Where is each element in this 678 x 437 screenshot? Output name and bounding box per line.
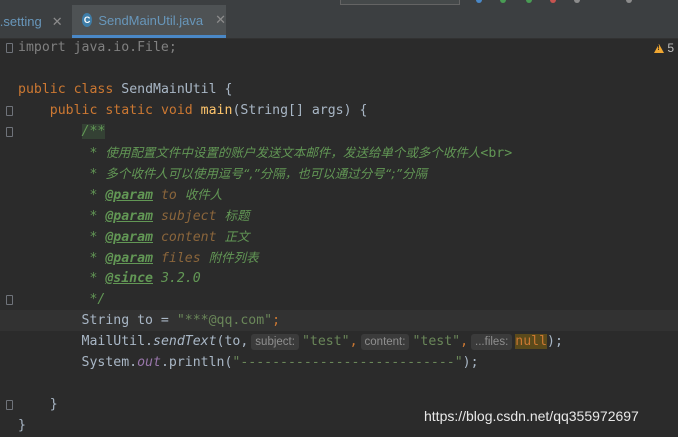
code-line-string-to[interactable]: String to = "***@qq.com"; xyxy=(18,310,281,331)
code-line-doc-end[interactable]: */ xyxy=(18,289,105,310)
class-ref: System. xyxy=(81,355,138,370)
parameter-hint: content: xyxy=(360,334,410,350)
keyword: class xyxy=(73,82,114,97)
doc-tag: @since xyxy=(105,271,153,286)
params: (String[] args) xyxy=(232,103,352,118)
doc-comment: */ xyxy=(81,292,106,307)
tab-label: SendMainUtil.java xyxy=(98,12,204,28)
close-icon[interactable]: ✕ xyxy=(215,12,226,28)
code-line-close-method[interactable]: } xyxy=(18,394,58,415)
static-field: out xyxy=(137,355,161,370)
null-keyword: null xyxy=(515,334,548,349)
parameter-hint: subject: xyxy=(251,334,299,350)
doc-tag: @param xyxy=(105,209,153,224)
doc-param-name: content xyxy=(160,230,217,245)
warning-count: 5 xyxy=(667,41,674,55)
watermark: https://blog.csdn.net/qq355972697 xyxy=(424,408,639,424)
doc-text: 正文 xyxy=(224,229,250,244)
warning-icon: ! xyxy=(654,43,665,53)
doc-text: 使用配置文件中设置的账户发送文本邮件，发送给单个或多个收件人 xyxy=(105,145,481,160)
declaration: String to = xyxy=(81,313,177,328)
semicolon: ; xyxy=(272,313,281,328)
keyword: public xyxy=(18,82,66,97)
keyword: void xyxy=(160,103,193,118)
brace: } xyxy=(18,418,26,433)
args: (to, xyxy=(216,334,249,349)
doc-tag: @param xyxy=(105,188,153,203)
keyword: static xyxy=(105,103,153,118)
doc-text: 标题 xyxy=(224,208,250,223)
doc-html-tag: <br> xyxy=(480,146,513,161)
string-literal: "***@qq.com" xyxy=(176,313,273,328)
doc-text: 附件列表 xyxy=(208,250,259,265)
doc-star: * xyxy=(81,230,106,245)
code-line-class[interactable]: public class SendMainUtil { xyxy=(18,79,232,100)
import-statement: import java.io.File; xyxy=(18,40,177,55)
close-icon[interactable]: ✕ xyxy=(52,14,63,30)
code-line-close-class[interactable]: } xyxy=(18,415,26,436)
code-line-doc[interactable]: * 多个收件人可以使用逗号“,”分隔，也可以通过分号“;”分隔 xyxy=(18,163,427,184)
code-line-doc-param[interactable]: * @param subject 标题 xyxy=(18,205,250,226)
method-call: sendText xyxy=(153,334,217,349)
doc-tag: @param xyxy=(105,251,153,266)
call-end: ); xyxy=(547,334,563,349)
code-line-doc[interactable]: * 使用配置文件中设置的账户发送文本邮件，发送给单个或多个收件人<br> xyxy=(18,142,512,163)
doc-param-name: to xyxy=(160,188,177,203)
tab-setting[interactable]: il.setting ✕ xyxy=(0,5,70,38)
code-line-main[interactable]: public static void main(String[] args) { xyxy=(18,100,368,121)
fold-marker[interactable] xyxy=(6,106,13,116)
class-ref: MailUtil. xyxy=(81,334,153,349)
brace: } xyxy=(49,397,58,412)
parameter-hint: ...files: xyxy=(471,334,513,350)
doc-star: * xyxy=(81,188,106,203)
doc-text: 3.2.0 xyxy=(160,271,201,286)
doc-tag: @param xyxy=(105,230,153,245)
editor-tab-bar: il.setting ✕ C SendMainUtil.java ✕ xyxy=(0,5,678,39)
fold-marker[interactable] xyxy=(6,127,13,137)
fold-marker[interactable] xyxy=(6,295,13,305)
doc-star: * xyxy=(81,167,106,182)
code-line-sendtext[interactable]: MailUtil.sendText(to, subject: "test", cont… xyxy=(18,331,563,352)
doc-param-name: files xyxy=(160,251,201,266)
doc-text: 收件人 xyxy=(184,187,223,202)
code-line-doc-param[interactable]: * @param to 收件人 xyxy=(18,184,222,205)
tab-label: il.setting xyxy=(0,14,42,29)
doc-text: 多个收件人可以使用逗号“,”分隔，也可以通过分号“;”分隔 xyxy=(105,166,427,181)
method-name: main xyxy=(200,103,233,118)
doc-star: * xyxy=(81,146,106,161)
doc-param-name: subject xyxy=(160,209,217,224)
brace: { xyxy=(359,103,368,118)
code-line-doc-since[interactable]: * @since 3.2.0 xyxy=(18,268,201,289)
method-call: .println( xyxy=(160,355,233,370)
comma: , xyxy=(460,334,469,349)
call-end: ); xyxy=(462,355,479,370)
string-literal: "---------------------------" xyxy=(232,355,463,370)
doc-star: * xyxy=(81,209,106,224)
code-line-println[interactable]: System.out.println("--------------------… xyxy=(18,352,479,373)
tab-sendmainutil[interactable]: C SendMainUtil.java ✕ xyxy=(72,5,226,38)
code-line-doc-param[interactable]: * @param files 附件列表 xyxy=(18,247,259,268)
string-literal: "test" xyxy=(412,334,461,349)
fold-marker[interactable] xyxy=(6,400,13,410)
doc-comment: /** xyxy=(81,124,106,139)
fold-marker[interactable] xyxy=(6,43,13,53)
code-line-doc-start[interactable]: /** xyxy=(18,121,106,142)
java-class-icon: C xyxy=(82,13,93,27)
inspection-widget[interactable]: ! 5 xyxy=(654,41,674,55)
doc-star: * xyxy=(81,271,106,286)
code-line-import[interactable]: import java.io.File; xyxy=(18,37,177,58)
brace: { xyxy=(224,82,233,97)
keyword: public xyxy=(49,103,98,118)
comma: , xyxy=(349,334,358,349)
class-name: SendMainUtil xyxy=(121,82,217,97)
string-literal: "test" xyxy=(301,334,350,349)
code-line-doc-param[interactable]: * @param content 正文 xyxy=(18,226,250,247)
editor-gutter[interactable] xyxy=(0,38,18,437)
doc-star: * xyxy=(81,251,106,266)
